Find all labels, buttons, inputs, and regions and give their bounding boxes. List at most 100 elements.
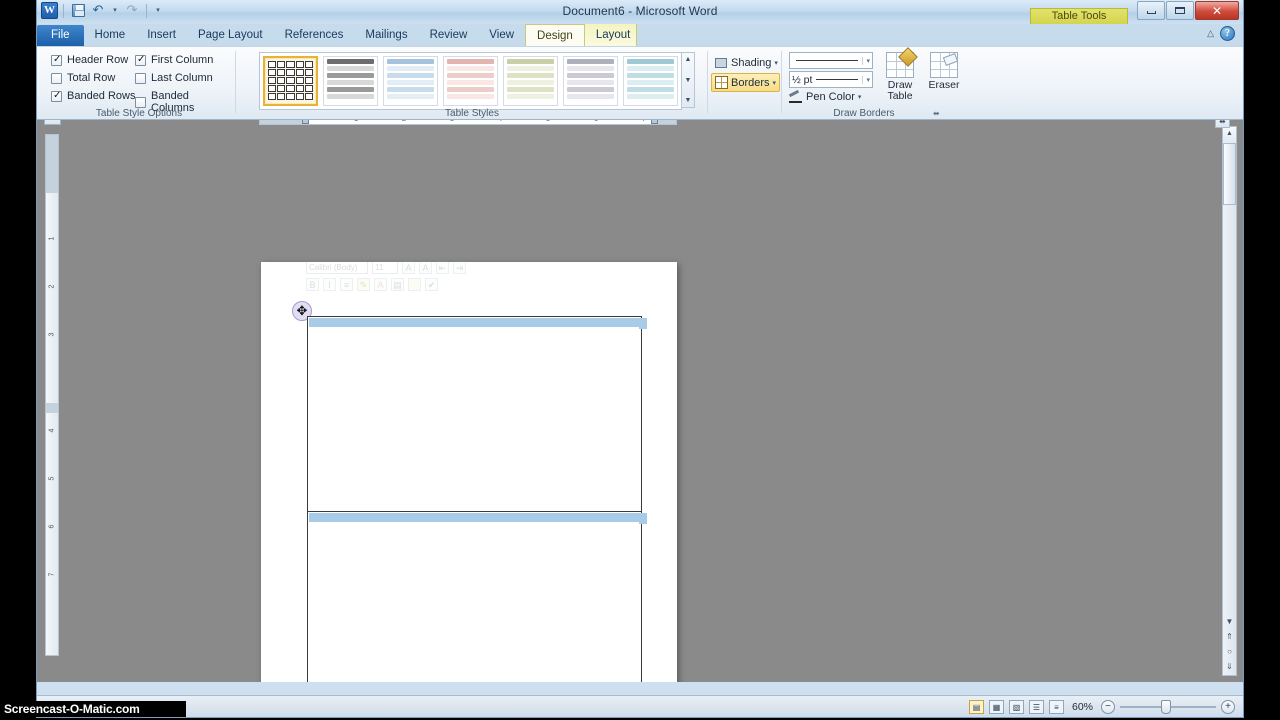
table-style-thumb-5[interactable] [563,56,618,106]
split-window-button[interactable]: ⬌ [1215,120,1230,128]
vruler-num-1: 1 [49,233,56,245]
ruler-num-6: 6 [594,120,598,123]
banded-columns-checkbox-icon [135,97,146,108]
italic-icon[interactable]: I [323,278,336,291]
tab-mailings[interactable]: Mailings [354,25,418,46]
view-print-layout-button[interactable]: ▤ [969,700,984,714]
mini-toolbar[interactable]: Calibri (Body) 11 A A ⇤ ⇥ B I ≡ ✎ A ▤ ✔ [303,259,495,295]
shading-swatch-icon[interactable] [408,278,421,291]
table-style-thumb-2[interactable] [383,56,438,106]
checkbox-total-row[interactable]: Total Row [51,72,115,84]
word-window: W ↶ ▾ ↷ ▾ Document6 - Microsoft Word ✕ T… [36,0,1244,718]
checkbox-banded-rows[interactable]: Banded Rows [51,90,136,102]
gallery-scroll-up-icon[interactable]: ▲ [685,53,692,66]
table-row[interactable] [307,316,642,512]
line-weight-combo[interactable]: ½ pt ▾ [789,71,873,88]
tab-view[interactable]: View [478,25,525,46]
pen-color-button[interactable]: Pen Color ▾ [789,91,861,103]
draw-borders-dialog-launcher[interactable]: ⬌ [933,109,942,118]
ruler-num-7: 7 [642,120,646,123]
format-painter-icon[interactable]: ✔ [425,278,438,291]
font-color-icon[interactable]: A [374,278,387,291]
font-size-box[interactable]: 11 [372,261,398,274]
shading-button[interactable]: Shading ▾ [711,54,781,72]
grow-font-icon[interactable]: A [402,261,415,274]
first-column-label: First Column [151,54,213,66]
tab-insert[interactable]: Insert [136,25,187,46]
gallery-more-icon[interactable]: ▼ [685,94,692,107]
zoom-slider-thumb[interactable] [1161,700,1171,714]
styles-icon[interactable]: ▤ [391,278,404,291]
table-style-thumb-1[interactable] [323,56,378,106]
shrink-font-icon[interactable]: A [419,261,432,274]
borders-button[interactable]: Borders ▾ [711,73,780,92]
table-row[interactable] [307,512,642,682]
zoom-slider[interactable] [1120,700,1216,714]
restore-icon [1175,7,1185,14]
next-object-button[interactable]: ⇓ [1223,660,1236,675]
collapse-ribbon-icon[interactable]: △ [1207,28,1214,39]
tab-layout[interactable]: Layout [585,25,642,46]
restore-button[interactable] [1166,1,1194,20]
tab-page-layout[interactable]: Page Layout [187,25,274,46]
checkbox-last-column[interactable]: Last Column [135,72,213,84]
view-full-screen-reading-button[interactable]: ▦ [989,700,1004,714]
tab-review[interactable]: Review [419,25,479,46]
zoom-level-label[interactable]: 60% [1072,701,1093,713]
bold-icon[interactable]: B [306,278,319,291]
tab-selector-button[interactable]: L [44,120,61,125]
tab-home[interactable]: Home [84,25,137,46]
checkbox-header-row[interactable]: Header Row [51,54,128,66]
last-column-checkbox-icon [135,73,146,84]
first-column-checkbox-icon [135,55,146,66]
table-style-thumb-0[interactable] [263,56,318,106]
pen-color-dropdown-icon[interactable]: ▾ [858,93,862,101]
view-web-layout-button[interactable]: ▧ [1009,700,1024,714]
horizontal-ruler[interactable]: 1 2 3 4 5 6 7 [259,120,677,125]
view-draft-button[interactable]: ≡ [1049,700,1064,714]
scroll-down-button[interactable]: ▼ [1223,615,1236,630]
table-style-thumb-6[interactable] [623,56,678,106]
scroll-up-button[interactable]: ▲ [1223,127,1236,142]
borders-dropdown-icon[interactable]: ▾ [773,79,777,87]
zoom-out-button[interactable]: − [1101,700,1115,714]
line-style-dropdown-icon[interactable]: ▾ [862,57,870,65]
increase-indent-icon[interactable]: ⇥ [453,261,466,274]
draw-table-button[interactable]: Draw Table [879,52,921,102]
right-indent-marker[interactable] [651,120,658,124]
font-name-box[interactable]: Calibri (Body) [306,261,368,274]
ruler-num-4: 4 [498,120,502,123]
close-button[interactable]: ✕ [1195,1,1239,20]
eraser-label: Eraser [929,79,960,91]
line-weight-dropdown-icon[interactable]: ▾ [862,76,870,84]
shading-dropdown-icon[interactable]: ▾ [774,59,778,67]
table-style-thumb-3[interactable] [443,56,498,106]
eraser-button[interactable]: Eraser [923,52,965,91]
decrease-indent-icon[interactable]: ⇤ [436,261,449,274]
checkbox-first-column[interactable]: First Column [135,54,213,66]
zoom-in-button[interactable]: + [1221,700,1235,714]
group-title-draw-borders: Draw Borders [783,108,945,119]
scrollbar-thumb[interactable] [1223,143,1236,205]
select-browse-object-button[interactable]: ○ [1223,645,1236,660]
hanging-indent-marker[interactable] [302,120,309,124]
tab-design[interactable]: Design [525,24,585,46]
vertical-scrollbar[interactable]: ⬌ ▲ ▼ ⇑ ○ ⇓ [1222,126,1237,676]
document-table[interactable] [307,316,642,682]
gallery-scroll-down-icon[interactable]: ▼ [685,74,692,87]
table-style-thumb-4[interactable] [503,56,558,106]
previous-object-button[interactable]: ⇑ [1223,630,1236,645]
help-icon[interactable]: ? [1220,26,1235,41]
align-icon[interactable]: ≡ [340,278,353,291]
tab-file[interactable]: File [37,25,84,46]
tab-references[interactable]: References [274,25,355,46]
view-outline-button[interactable]: ☰ [1029,700,1044,714]
minimize-button[interactable] [1137,1,1165,20]
row-end-mark [639,513,647,524]
line-style-combo[interactable]: ▾ [789,52,873,69]
line-weight-preview [816,79,858,80]
vertical-ruler[interactable]: 1 2 3 4 5 6 7 [45,134,59,656]
highlight-icon[interactable]: ✎ [357,278,370,291]
gallery-scroll-buttons[interactable]: ▲ ▼ ▼ [681,52,695,108]
group-shading-borders: Shading ▾ Borders ▾ [709,47,781,120]
